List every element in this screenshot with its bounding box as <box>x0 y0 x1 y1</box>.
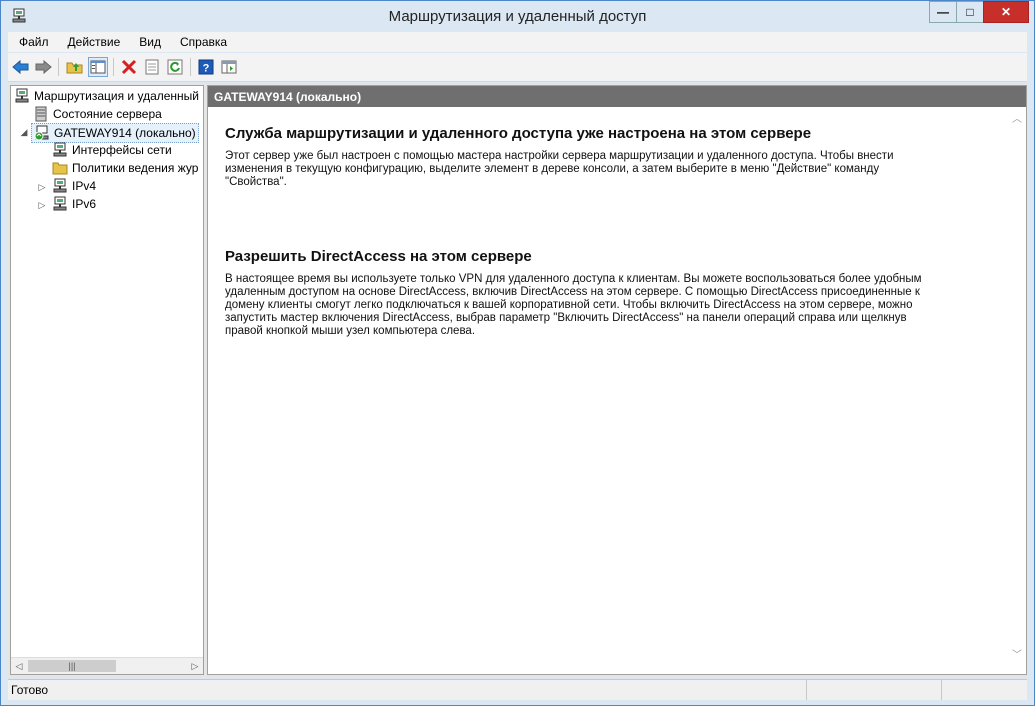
toolbar: ? <box>8 53 1027 82</box>
forward-button[interactable] <box>33 57 53 77</box>
directaccess-text: В настоящее время вы используете только … <box>225 273 1000 338</box>
directaccess-heading: Разрешить DirectAccess на этом сервере <box>225 248 532 265</box>
tree-item-label: GATEWAY914 (локально) <box>54 126 196 140</box>
text-line: запустить мастер включения DirectAccess,… <box>225 312 907 324</box>
tree-item-interfaces[interactable]: Интерфейсы сети <box>52 141 172 159</box>
tree-item-ipv6[interactable]: IPv6 <box>52 195 96 213</box>
routing-root-icon <box>15 88 29 103</box>
help-button[interactable]: ? <box>196 57 216 77</box>
collapse-server-icon[interactable]: ◢ <box>19 127 29 137</box>
maximize-button[interactable]: □ <box>956 1 984 23</box>
text-line: изменения в текущую конфигурацию, выдели… <box>225 163 880 175</box>
configured-text: Этот сервер уже был настроен с помощью м… <box>225 150 1000 189</box>
delete-icon <box>121 59 137 75</box>
show-hide-tree-button[interactable] <box>88 57 108 77</box>
close-button[interactable]: ✕ <box>983 1 1029 23</box>
console-button[interactable] <box>219 57 239 77</box>
ipv6-icon <box>53 196 67 211</box>
scroll-up-icon[interactable]: ︿ <box>1010 110 1024 125</box>
status-cell <box>806 680 942 700</box>
refresh-button[interactable] <box>165 57 185 77</box>
expand-ipv6-icon[interactable]: ▷ <box>37 200 47 210</box>
tree-item-server[interactable]: GATEWAY914 (локально) <box>31 123 199 143</box>
menu-view[interactable]: Вид <box>128 35 169 49</box>
tree-item-server-status[interactable]: Состояние сервера <box>33 105 162 123</box>
minimize-button[interactable]: — <box>929 1 957 23</box>
toolbar-separator <box>58 58 59 76</box>
toolbar-separator <box>190 58 191 76</box>
network-interfaces-icon <box>53 142 67 157</box>
scroll-left-icon[interactable]: ◁ <box>11 658 27 674</box>
server-status-icon <box>35 106 47 122</box>
svg-text:?: ? <box>203 63 210 75</box>
status-text: Готово <box>11 683 49 697</box>
scroll-down-icon[interactable]: ﹀ <box>1010 646 1024 661</box>
back-arrow-icon <box>12 59 29 75</box>
scrollbar-thumb[interactable]: ||| <box>28 660 116 672</box>
up-folder-icon <box>66 62 83 74</box>
text-line: "Свойства". <box>225 176 287 188</box>
minimize-icon: — <box>937 5 949 19</box>
console-tree: Маршрутизация и удаленный Состояние серв… <box>10 85 204 675</box>
up-level-button[interactable] <box>65 57 85 77</box>
tree-item-ipv4[interactable]: IPv4 <box>52 177 96 195</box>
main-window: Маршрутизация и удаленный доступ — □ ✕ Ф… <box>0 0 1035 706</box>
text-line: удаленным доступом на основе DirectAcces… <box>225 286 920 298</box>
close-icon: ✕ <box>1000 5 1012 19</box>
forward-arrow-icon <box>35 59 52 75</box>
refresh-icon <box>167 59 183 75</box>
tree-item-root[interactable]: Маршрутизация и удаленный <box>14 87 199 105</box>
title-bar[interactable]: Маршрутизация и удаленный доступ — □ ✕ <box>1 1 1034 31</box>
details-header: GATEWAY914 (локально) <box>208 86 1026 107</box>
text-line: Этот сервер уже был настроен с помощью м… <box>225 150 894 162</box>
back-button[interactable] <box>11 57 31 77</box>
status-cell <box>941 680 1028 700</box>
menu-help[interactable]: Справка <box>169 35 235 49</box>
tree-item-label: Состояние сервера <box>53 107 162 121</box>
configured-heading: Служба маршрутизации и удаленного доступ… <box>225 125 812 142</box>
details-body: ︿ ﹀ Служба маршрутизации и удаленного до… <box>208 108 1026 674</box>
help-icon: ? <box>198 59 214 75</box>
menu-file[interactable]: Файл <box>8 35 57 49</box>
expand-ipv4-icon[interactable]: ▷ <box>37 182 47 192</box>
text-line: правой кнопкой мыши узел компьютера слев… <box>225 325 476 337</box>
show-hide-tree-icon <box>90 60 106 74</box>
tree-item-label: Политики ведения жур <box>72 161 199 175</box>
server-up-icon <box>34 125 49 141</box>
menu-action[interactable]: Действие <box>57 35 129 49</box>
details-pane: GATEWAY914 (локально) ︿ ﹀ Служба маршрут… <box>207 85 1027 675</box>
tree-item-label: IPv6 <box>72 197 97 211</box>
client-area: Маршрутизация и удаленный Состояние серв… <box>8 83 1027 677</box>
tree-item-label: Интерфейсы сети <box>72 143 172 157</box>
tree-item-label: Маршрутизация и удаленный <box>34 89 199 103</box>
text-line: домену клиенты смогут легко подключаться… <box>225 299 913 311</box>
menu-bar: Файл Действие Вид Справка <box>8 32 1027 52</box>
tree-horizontal-scrollbar[interactable]: ◁ ||| ▷ <box>11 657 203 674</box>
maximize-icon: □ <box>966 5 974 19</box>
console-icon <box>221 60 237 74</box>
folder-icon <box>52 162 68 175</box>
window-title: Маршрутизация и удаленный доступ <box>388 8 647 25</box>
delete-button[interactable] <box>119 57 139 77</box>
properties-button[interactable] <box>142 57 162 77</box>
tree-item-label: IPv4 <box>72 179 97 193</box>
properties-icon <box>145 59 159 75</box>
toolbar-separator <box>113 58 114 76</box>
scroll-right-icon[interactable]: ▷ <box>187 658 203 674</box>
text-line: В настоящее время вы используете только … <box>225 273 922 285</box>
ipv4-icon <box>53 178 67 193</box>
tree-item-policies[interactable]: Политики ведения жур <box>52 159 198 177</box>
status-bar: Готово <box>8 679 1027 700</box>
